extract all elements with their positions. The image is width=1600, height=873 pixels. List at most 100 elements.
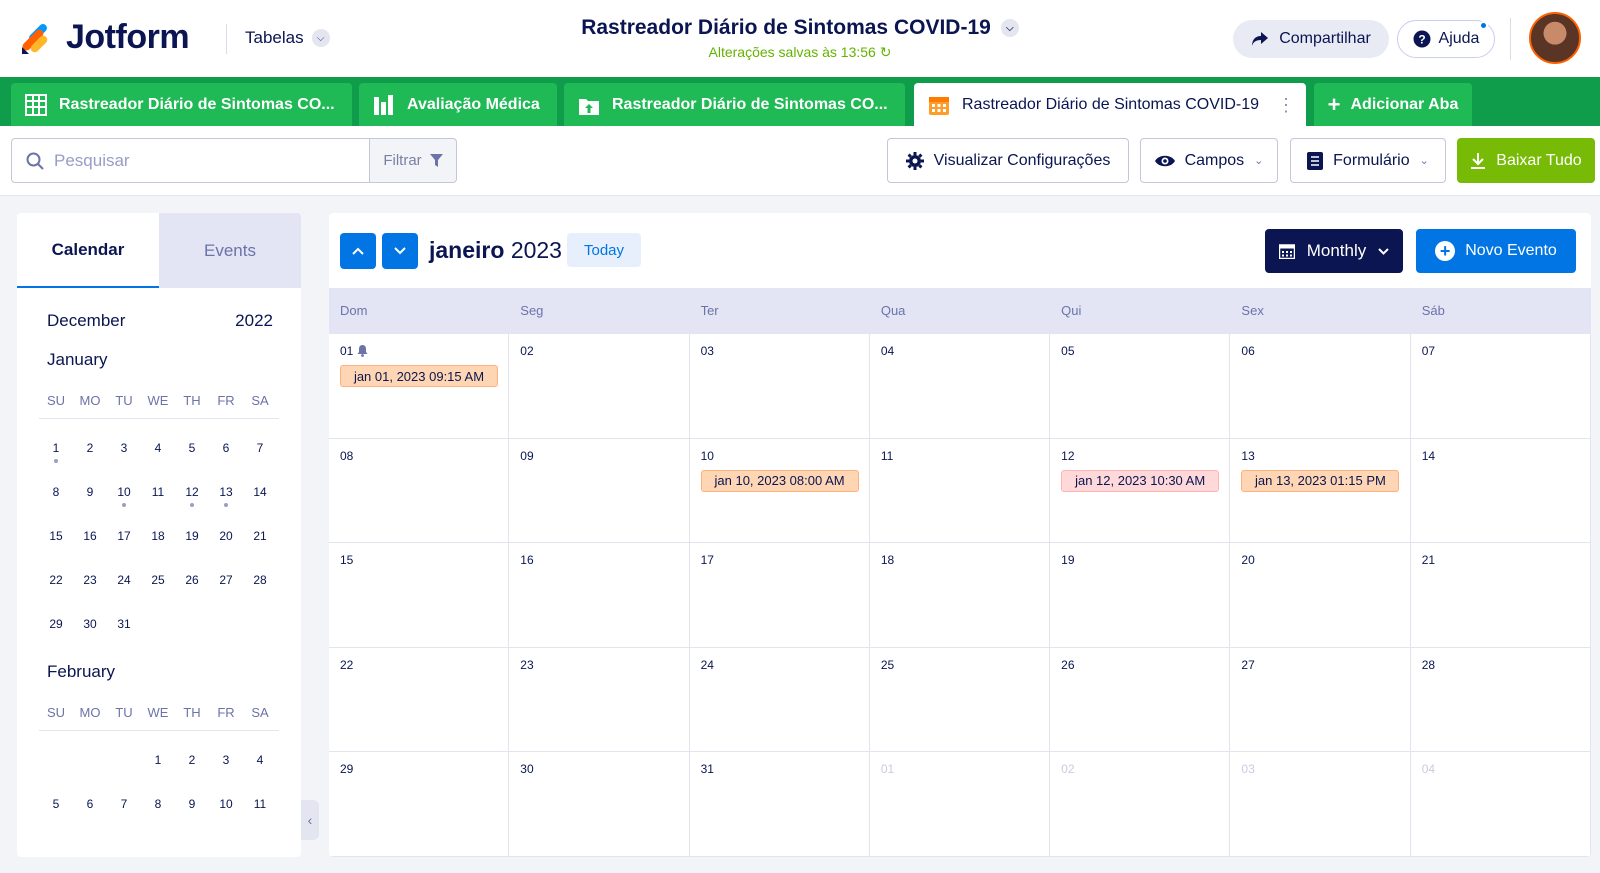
mini-day[interactable]: 15 — [39, 529, 73, 543]
mini-day[interactable]: 3 — [209, 753, 243, 767]
help-button[interactable]: ? Ajuda — [1397, 20, 1495, 58]
tab-medical-evaluation[interactable]: Avaliação Médica — [359, 83, 557, 126]
tab-sheet-3[interactable]: Rastreador Diário de Sintomas CO... — [564, 83, 905, 126]
mini-day[interactable]: 5 — [39, 797, 73, 811]
tab-calendar[interactable]: Calendar — [17, 213, 159, 288]
mini-day[interactable]: 4 — [243, 753, 277, 767]
day-cell[interactable]: 29 — [329, 752, 510, 857]
tab-events[interactable]: Events — [159, 213, 301, 288]
mini-day[interactable]: 5 — [175, 441, 209, 455]
day-cell[interactable]: 05 — [1050, 334, 1231, 439]
mini-day[interactable]: 25 — [141, 573, 175, 587]
add-tab-button[interactable]: + Adicionar Aba — [1314, 83, 1472, 126]
day-cell[interactable]: 24 — [689, 647, 870, 753]
day-cell[interactable]: 23 — [509, 647, 690, 753]
mini-day[interactable]: 10 — [107, 485, 141, 499]
mini-day[interactable]: 7 — [243, 441, 277, 455]
day-cell[interactable]: 22 — [329, 647, 510, 753]
event-chip[interactable]: jan 10, 2023 08:00 AM — [700, 469, 859, 492]
mini-day[interactable]: 30 — [73, 617, 107, 631]
new-event-button[interactable]: + Novo Evento — [1416, 229, 1576, 273]
filter-button[interactable]: Filtrar — [369, 138, 457, 183]
mini-day[interactable]: 13 — [209, 485, 243, 499]
mini-day[interactable]: 8 — [141, 797, 175, 811]
day-cell[interactable]: 31 — [689, 752, 870, 857]
tab-calendar-active[interactable]: Rastreador Diário de Sintomas COVID-19 ⋮ — [914, 83, 1306, 126]
mini-day[interactable]: 26 — [175, 573, 209, 587]
day-cell[interactable]: 04 — [1410, 752, 1591, 857]
day-cell[interactable]: 18 — [869, 543, 1051, 648]
day-cell[interactable]: 04 — [869, 334, 1051, 439]
mini-day[interactable]: 8 — [39, 485, 73, 499]
day-cell[interactable]: 08 — [329, 438, 510, 544]
mini-day[interactable]: 19 — [175, 529, 209, 543]
next-month-button[interactable] — [382, 233, 418, 269]
mini-day[interactable]: 1 — [39, 441, 73, 455]
day-cell[interactable]: 09 — [509, 438, 690, 544]
mini-day[interactable]: 9 — [175, 797, 209, 811]
mini-day[interactable]: 6 — [209, 441, 243, 455]
fields-dropdown[interactable]: Campos ⌄ — [1140, 138, 1278, 183]
mini-day[interactable]: 24 — [107, 573, 141, 587]
day-cell[interactable]: 28 — [1410, 647, 1591, 753]
day-cell[interactable]: 26 — [1050, 647, 1231, 753]
mini-day[interactable]: 10 — [209, 797, 243, 811]
search-input[interactable] — [54, 150, 344, 171]
collapse-sidebar-button[interactable]: ‹ — [301, 800, 319, 840]
day-cell[interactable]: 21 — [1410, 543, 1591, 648]
user-avatar[interactable] — [1529, 12, 1581, 64]
today-button[interactable]: Today — [567, 233, 641, 267]
day-cell[interactable]: 14 — [1410, 438, 1591, 544]
tables-dropdown[interactable]: Tabelas ⌵ — [245, 28, 330, 48]
mini-day[interactable]: 7 — [107, 797, 141, 811]
mini-day[interactable]: 29 — [39, 617, 73, 631]
prev-month-button[interactable] — [340, 233, 376, 269]
event-chip[interactable]: jan 13, 2023 01:15 PM — [1241, 469, 1400, 492]
form-dropdown[interactable]: Formulário ⌄ — [1290, 138, 1446, 183]
day-cell[interactable]: 20 — [1230, 543, 1411, 648]
mini-day[interactable]: 23 — [73, 573, 107, 587]
day-cell[interactable]: 07 — [1410, 334, 1591, 439]
mini-day[interactable]: 11 — [243, 797, 277, 811]
mini-day[interactable]: 22 — [39, 573, 73, 587]
day-cell[interactable]: 03 — [1230, 752, 1411, 857]
download-all-button[interactable]: Baixar Tudo — [1457, 138, 1595, 183]
mini-day[interactable]: 12 — [175, 485, 209, 499]
tab-sheet-1[interactable]: Rastreador Diário de Sintomas CO... — [11, 83, 352, 126]
mini-day[interactable]: 6 — [73, 797, 107, 811]
mini-day[interactable]: 14 — [243, 485, 277, 499]
day-cell[interactable]: 03 — [689, 334, 870, 439]
mini-day[interactable]: 20 — [209, 529, 243, 543]
day-cell[interactable]: 15 — [329, 543, 510, 648]
event-chip[interactable]: jan 01, 2023 09:15 AM — [340, 365, 498, 387]
day-cell[interactable]: 19 — [1050, 543, 1231, 648]
day-cell[interactable]: 02 — [509, 334, 690, 439]
mini-day[interactable]: 3 — [107, 441, 141, 455]
day-cell[interactable]: 11 — [869, 438, 1051, 544]
event-chip[interactable]: jan 12, 2023 10:30 AM — [1061, 469, 1220, 492]
mini-day[interactable]: 1 — [141, 753, 175, 767]
day-cell[interactable]: 02 — [1050, 752, 1231, 857]
mini-day[interactable]: 17 — [107, 529, 141, 543]
day-cell[interactable]: 16 — [509, 543, 690, 648]
mini-day[interactable]: 4 — [141, 441, 175, 455]
day-cell[interactable]: 01 — [869, 752, 1051, 857]
doc-title[interactable]: Rastreador Diário de Sintomas COVID-19 ⌵ — [581, 16, 1019, 40]
day-cell[interactable]: 17 — [689, 543, 870, 648]
day-cell[interactable]: 30 — [509, 752, 690, 857]
mini-day[interactable]: 2 — [175, 753, 209, 767]
mini-day[interactable]: 9 — [73, 485, 107, 499]
view-settings-button[interactable]: Visualizar Configurações — [887, 138, 1129, 183]
share-button[interactable]: Compartilhar — [1233, 20, 1389, 58]
jotform-logo[interactable]: Jotform — [20, 18, 190, 57]
mini-day[interactable]: 21 — [243, 529, 277, 543]
day-cell[interactable]: 06 — [1230, 334, 1411, 439]
mini-day[interactable]: 28 — [243, 573, 277, 587]
mini-day[interactable]: 27 — [209, 573, 243, 587]
kebab-menu-icon[interactable]: ⋮ — [1277, 96, 1295, 114]
mini-day[interactable]: 18 — [141, 529, 175, 543]
day-cell[interactable]: 27 — [1230, 647, 1411, 753]
mini-day[interactable]: 2 — [73, 441, 107, 455]
view-mode-dropdown[interactable]: Monthly — [1265, 229, 1403, 273]
day-cell[interactable]: 25 — [869, 647, 1051, 753]
